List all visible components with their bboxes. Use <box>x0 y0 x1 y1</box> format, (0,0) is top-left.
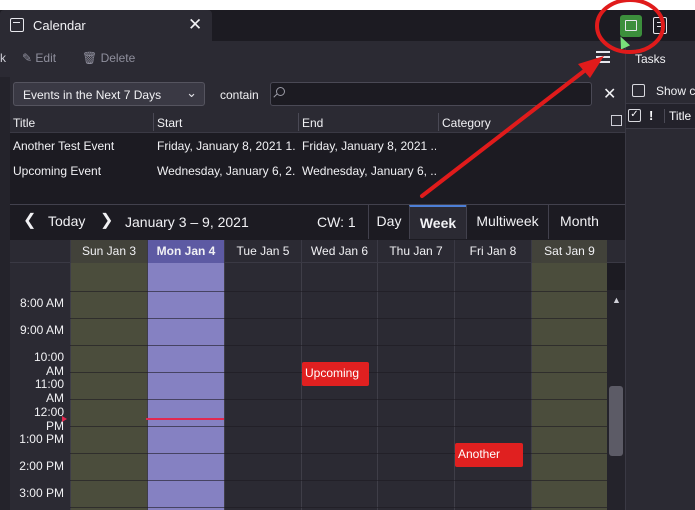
day-header[interactable]: Sun Jan 3 <box>70 240 147 263</box>
previous-week-icon[interactable]: ❮ <box>23 210 36 230</box>
calendar-icon <box>10 18 24 32</box>
row-title: Another Test Event <box>13 139 115 153</box>
hour-line <box>70 426 607 427</box>
edit-button[interactable]: ✎ Edit <box>22 51 56 65</box>
window-top-edge <box>0 0 695 10</box>
column-start[interactable]: Start <box>157 116 182 130</box>
tab-calendar-label: Calendar <box>33 18 86 33</box>
time-label: 9:00 AM <box>19 323 64 337</box>
search-icon <box>276 87 285 96</box>
day-header[interactable]: Sat Jan 9 <box>531 240 607 263</box>
calendar-week: CW: 1 <box>317 214 356 230</box>
menu-icon[interactable] <box>596 51 610 63</box>
today-button[interactable]: Today <box>48 213 85 229</box>
column-picker-icon[interactable] <box>611 115 622 126</box>
scrollbar-thumb[interactable] <box>609 386 623 456</box>
event-another[interactable]: Another <box>455 443 523 467</box>
row-start: Friday, January 8, 2021 1... <box>157 139 296 153</box>
day-header[interactable]: Tue Jan 5 <box>224 240 301 263</box>
completed-column-icon[interactable]: ✓ <box>628 109 641 122</box>
hour-line <box>70 291 607 292</box>
tab-month[interactable]: Month <box>548 205 610 239</box>
search-input[interactable] <box>270 82 592 106</box>
time-label: 2:00 PM <box>19 459 64 473</box>
day-column[interactable] <box>531 263 607 510</box>
hour-line <box>70 507 607 508</box>
day-column[interactable] <box>70 263 147 510</box>
current-time-line <box>146 418 224 420</box>
time-label: 11:00 AM <box>34 377 64 405</box>
column-divider[interactable] <box>438 113 439 131</box>
day-column[interactable] <box>454 263 531 510</box>
delete-button[interactable]: 🗑 Delete <box>82 51 135 65</box>
day-column-today[interactable] <box>147 263 224 510</box>
day-header[interactable]: Wed Jan 6 <box>301 240 377 263</box>
tab-calendar[interactable]: Calendar ✕ <box>0 10 212 41</box>
hour-line <box>70 345 607 346</box>
day-header[interactable]: Thu Jan 7 <box>377 240 454 263</box>
column-end[interactable]: End <box>302 116 323 130</box>
column-divider[interactable] <box>298 113 299 131</box>
scroll-up-icon[interactable]: ▲ <box>612 295 621 305</box>
edit-label: Edit <box>35 51 57 65</box>
delete-label: Delete <box>100 51 136 65</box>
current-time-marker <box>62 416 67 422</box>
show-completed-checkbox[interactable] <box>632 84 645 97</box>
day-header-today[interactable]: Mon Jan 4 <box>147 240 224 263</box>
calendar-pane-icon[interactable] <box>620 15 642 37</box>
column-divider[interactable] <box>153 113 154 131</box>
hour-line <box>70 480 607 481</box>
priority-column-header[interactable]: ! <box>649 108 653 123</box>
day-column[interactable] <box>224 263 301 510</box>
time-label: 3:00 PM <box>19 486 64 500</box>
event-filter-select[interactable]: Events in the Next 7 Days ⌄ <box>13 82 205 106</box>
time-label: 12:00 PM <box>33 405 64 433</box>
row-title: Upcoming Event <box>13 164 102 178</box>
left-pane-edge <box>0 77 10 510</box>
day-column[interactable] <box>301 263 377 510</box>
time-label: 8:00 AM <box>19 296 64 310</box>
row-start: Wednesday, January 6, 2... <box>157 164 296 178</box>
hour-line <box>70 399 607 400</box>
day-header[interactable]: Fri Jan 8 <box>454 240 531 263</box>
column-category[interactable]: Category <box>442 116 491 130</box>
new-button-label[interactable]: k <box>0 51 6 65</box>
next-week-icon[interactable]: ❯ <box>100 210 113 230</box>
clear-filter-icon[interactable]: ✕ <box>603 84 616 104</box>
row-end: Wednesday, January 6, ... <box>302 164 436 178</box>
tasks-pane-icon[interactable] <box>653 17 667 34</box>
hour-line <box>70 318 607 319</box>
day-column[interactable] <box>377 263 454 510</box>
event-filter-value: Events in the Next 7 Days <box>23 88 162 102</box>
hour-line <box>70 453 607 454</box>
tab-day[interactable]: Day <box>368 205 409 239</box>
event-upcoming[interactable]: Upcoming <box>302 362 369 386</box>
contain-label: contain <box>220 88 259 102</box>
title-column-header[interactable]: Title <box>664 109 691 123</box>
column-title[interactable]: Title <box>13 116 35 130</box>
show-completed-label: Show c <box>656 84 695 98</box>
tab-week[interactable]: Week <box>409 205 466 239</box>
time-label: 1:00 PM <box>19 432 64 446</box>
date-range: January 3 – 9, 2021 <box>125 214 249 230</box>
row-end: Friday, January 8, 2021 ... <box>302 139 436 153</box>
tab-multiweek[interactable]: Multiweek <box>466 205 548 239</box>
tab-close-icon[interactable]: ✕ <box>188 15 202 35</box>
chevron-down-icon: ⌄ <box>186 85 197 100</box>
tasks-heading: Tasks <box>635 52 666 66</box>
time-label: 10:00 AM <box>33 350 64 378</box>
